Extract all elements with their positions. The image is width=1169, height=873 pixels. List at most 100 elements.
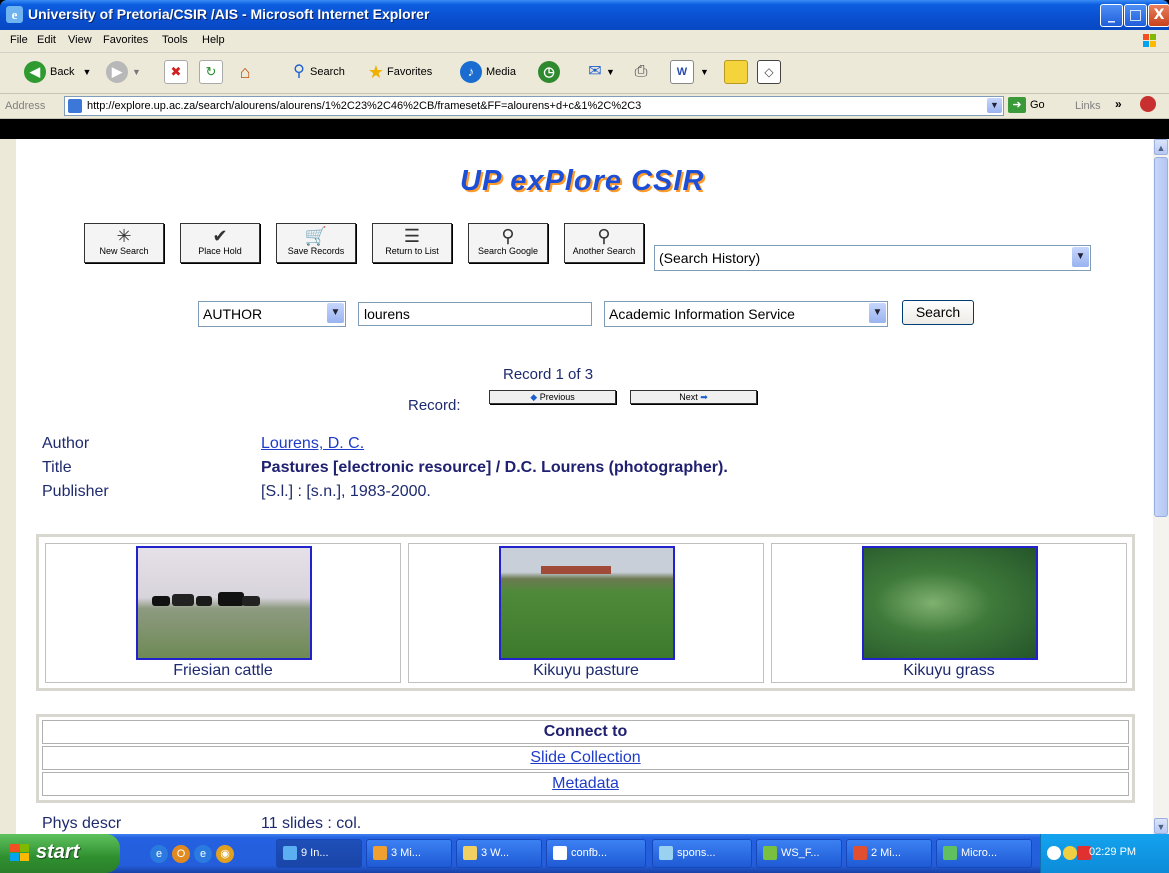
connect-row: Metadata: [42, 772, 1129, 796]
quicklaunch-outlook-icon[interactable]: O: [172, 845, 190, 863]
task-label: Micro...: [961, 847, 998, 859]
maximize-button[interactable]: □: [1124, 4, 1147, 27]
addon-icon[interactable]: [1140, 96, 1156, 112]
discuss-button[interactable]: [724, 60, 748, 84]
favorites-button[interactable]: ★ Favorites: [365, 60, 432, 84]
refresh-icon: ↻: [199, 60, 223, 84]
record-label: Record:: [408, 397, 461, 414]
chevron-down-icon: ▼: [869, 303, 886, 323]
chevron-down-icon[interactable]: ▼: [987, 98, 1002, 113]
save-records-button[interactable]: 🛒 Save Records: [276, 223, 356, 263]
friesian-cattle-image[interactable]: [136, 546, 312, 660]
task-button-explorer[interactable]: 3 W...: [456, 839, 542, 868]
chevron-down-icon: ▼: [132, 67, 141, 77]
home-button[interactable]: ⌂: [234, 60, 256, 84]
address-input[interactable]: http://explore.up.ac.za/search/alourens/…: [64, 96, 1004, 116]
author-value: Lourens, D. C.: [261, 435, 364, 453]
media-button[interactable]: ♪ Media: [460, 60, 516, 84]
chevron-down-icon: ▼: [82, 67, 92, 77]
search-field-select[interactable]: AUTHOR ▼: [198, 301, 346, 327]
next-label: Next: [679, 392, 698, 402]
kikuyu-pasture-image[interactable]: [499, 546, 675, 660]
menu-view[interactable]: View: [68, 34, 92, 46]
menu-tools[interactable]: Tools: [162, 34, 188, 46]
return-to-list-button[interactable]: ☰ Return to List: [372, 223, 452, 263]
new-search-label: New Search: [99, 246, 149, 256]
connect-header: Connect to: [42, 720, 1129, 744]
tray-chevron-icon[interactable]: [1047, 846, 1061, 860]
clock: 02:29 PM: [1089, 846, 1137, 858]
task-button-ie[interactable]: 9 In...: [276, 839, 362, 868]
messenger-button[interactable]: ◇: [757, 60, 781, 84]
search-query-input[interactable]: lourens: [358, 302, 592, 326]
tray-network-icon[interactable]: [1063, 846, 1077, 860]
forward-arrow-icon: ▶: [106, 61, 128, 83]
windows-flag-icon: [10, 844, 30, 862]
search-history-value: (Search History): [659, 250, 761, 266]
go-button[interactable]: ➜ Go: [1008, 97, 1045, 113]
search-submit-button[interactable]: Search: [902, 300, 974, 325]
scroll-down-icon[interactable]: ▼: [1154, 818, 1168, 834]
new-search-button[interactable]: ✳ New Search: [84, 223, 164, 263]
window-title: University of Pretoria/CSIR /AIS - Micro…: [28, 6, 430, 22]
close-button[interactable]: X: [1148, 4, 1169, 27]
list-icon: ☰: [403, 226, 421, 246]
connect-table: Connect to Slide Collection Metadata: [36, 714, 1135, 803]
history-icon: ◷: [538, 61, 560, 83]
search-history-select[interactable]: (Search History) ▼: [654, 245, 1091, 271]
author-link[interactable]: Lourens, D. C.: [261, 435, 364, 452]
search-google-button[interactable]: ⚲ Search Google: [468, 223, 548, 263]
task-button-outlook[interactable]: 3 Mi...: [366, 839, 452, 868]
edit-button[interactable]: W ▼: [670, 60, 709, 84]
task-button-word[interactable]: confb...: [546, 839, 646, 868]
search-button[interactable]: ⚲ Search: [288, 60, 345, 84]
previous-button[interactable]: ◆ Previous: [489, 390, 616, 404]
task-button-microsoft[interactable]: Micro...: [936, 839, 1032, 868]
another-search-button[interactable]: ⚲ Another Search: [564, 223, 644, 263]
task-label: 2 Mi...: [871, 847, 901, 859]
task-button-ws-ftp[interactable]: WS_F...: [756, 839, 842, 868]
task-label: 3 W...: [481, 847, 510, 859]
go-label: Go: [1030, 99, 1045, 111]
print-button[interactable]: ⎙: [630, 60, 652, 84]
image-caption: Kikuyu grass: [903, 662, 995, 679]
chevron-right-icon[interactable]: »: [1115, 97, 1122, 111]
phys-descr-value: 11 slides : col.: [261, 815, 362, 832]
task-button-powerpoint[interactable]: 2 Mi...: [846, 839, 932, 868]
quicklaunch-media-icon[interactable]: ◉: [216, 845, 234, 863]
links-toolbar[interactable]: Links: [1075, 100, 1101, 112]
image-caption: Friesian cattle: [173, 662, 273, 679]
place-hold-button[interactable]: ✔ Place Hold: [180, 223, 260, 263]
metadata-link[interactable]: Metadata: [552, 775, 619, 792]
menu-edit[interactable]: Edit: [37, 34, 56, 46]
menu-help[interactable]: Help: [202, 34, 225, 46]
window-titlebar[interactable]: e University of Pretoria/CSIR /AIS - Mic…: [0, 0, 1169, 30]
menu-file[interactable]: File: [10, 34, 28, 46]
back-button[interactable]: ◀ Back ▼: [24, 60, 91, 84]
back-arrow-icon: ◀: [24, 61, 46, 83]
history-button[interactable]: ◷: [538, 60, 564, 84]
stop-button[interactable]: ✖: [164, 60, 188, 84]
kikuyu-grass-image[interactable]: [862, 546, 1038, 660]
task-button-sponsors[interactable]: spons...: [652, 839, 752, 868]
minimize-button[interactable]: _: [1100, 4, 1123, 27]
title-value: Pastures [electronic resource] / D.C. Lo…: [261, 459, 728, 476]
place-hold-label: Place Hold: [198, 246, 242, 256]
quicklaunch-browser-icon[interactable]: e: [194, 845, 212, 863]
start-button[interactable]: start: [0, 834, 120, 873]
vertical-scrollbar[interactable]: ▲ ▼: [1153, 139, 1169, 834]
chevron-down-icon: ▼: [1072, 247, 1089, 267]
task-label: confb...: [571, 847, 608, 859]
menu-favorites[interactable]: Favorites: [103, 34, 148, 46]
mail-button[interactable]: ✉ ▼: [584, 60, 615, 84]
quicklaunch-ie-icon[interactable]: e: [150, 845, 168, 863]
scroll-thumb[interactable]: [1154, 157, 1168, 517]
slide-collection-link[interactable]: Slide Collection: [530, 749, 640, 766]
search-scope-select[interactable]: Academic Information Service ▼: [604, 301, 888, 327]
forward-button[interactable]: ▶ ▼: [106, 60, 141, 84]
next-button[interactable]: Next ➡: [630, 390, 757, 404]
scroll-up-icon[interactable]: ▲: [1154, 139, 1168, 155]
refresh-button[interactable]: ↻: [199, 60, 223, 84]
checkmark-icon: ✔: [212, 226, 228, 246]
go-arrow-icon: ➜: [1008, 97, 1026, 113]
